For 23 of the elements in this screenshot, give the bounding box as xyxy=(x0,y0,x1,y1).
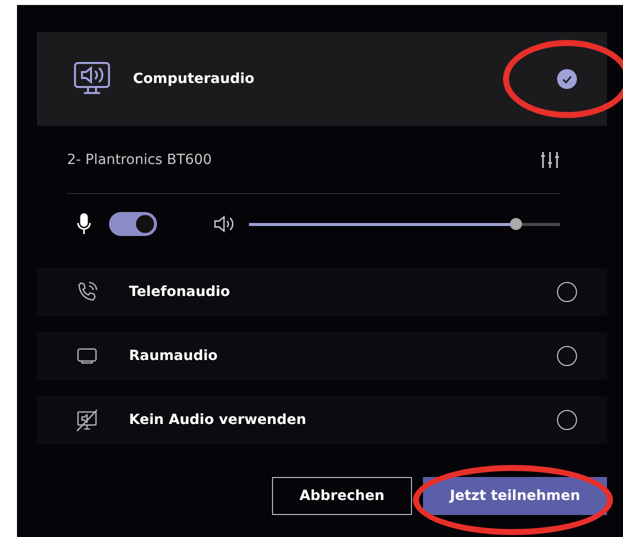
radio-button[interactable] xyxy=(557,346,577,366)
option-label: Telefonaudio xyxy=(129,284,232,300)
monitor-speaker-icon xyxy=(73,61,111,97)
settings-sliders-icon[interactable] xyxy=(540,150,560,168)
volume-slider[interactable] xyxy=(249,218,560,230)
selected-check-icon[interactable] xyxy=(557,69,577,89)
computer-audio-option[interactable]: Computeraudio xyxy=(37,32,607,126)
cancel-button[interactable]: Abbrechen xyxy=(272,477,412,515)
speaker-icon xyxy=(213,215,235,233)
radio-button[interactable] xyxy=(557,282,577,302)
slider-thumb[interactable] xyxy=(510,218,522,230)
microphone-toggle[interactable] xyxy=(109,212,157,236)
join-button[interactable]: Jetzt teilnehmen xyxy=(423,477,607,515)
option-label: Raumaudio xyxy=(129,348,219,364)
radio-button[interactable] xyxy=(557,410,577,430)
muted-monitor-icon xyxy=(75,408,99,432)
audio-option[interactable]: Telefonaudio xyxy=(37,268,607,316)
device-name: 2- Plantronics BT600 xyxy=(67,152,212,168)
microphone-icon xyxy=(75,213,93,235)
option-label: Kein Audio verwenden xyxy=(129,412,308,428)
audio-option[interactable]: Kein Audio verwenden xyxy=(37,396,607,444)
option-label: Computeraudio xyxy=(133,71,256,87)
audio-option[interactable]: Raumaudio xyxy=(37,332,607,380)
